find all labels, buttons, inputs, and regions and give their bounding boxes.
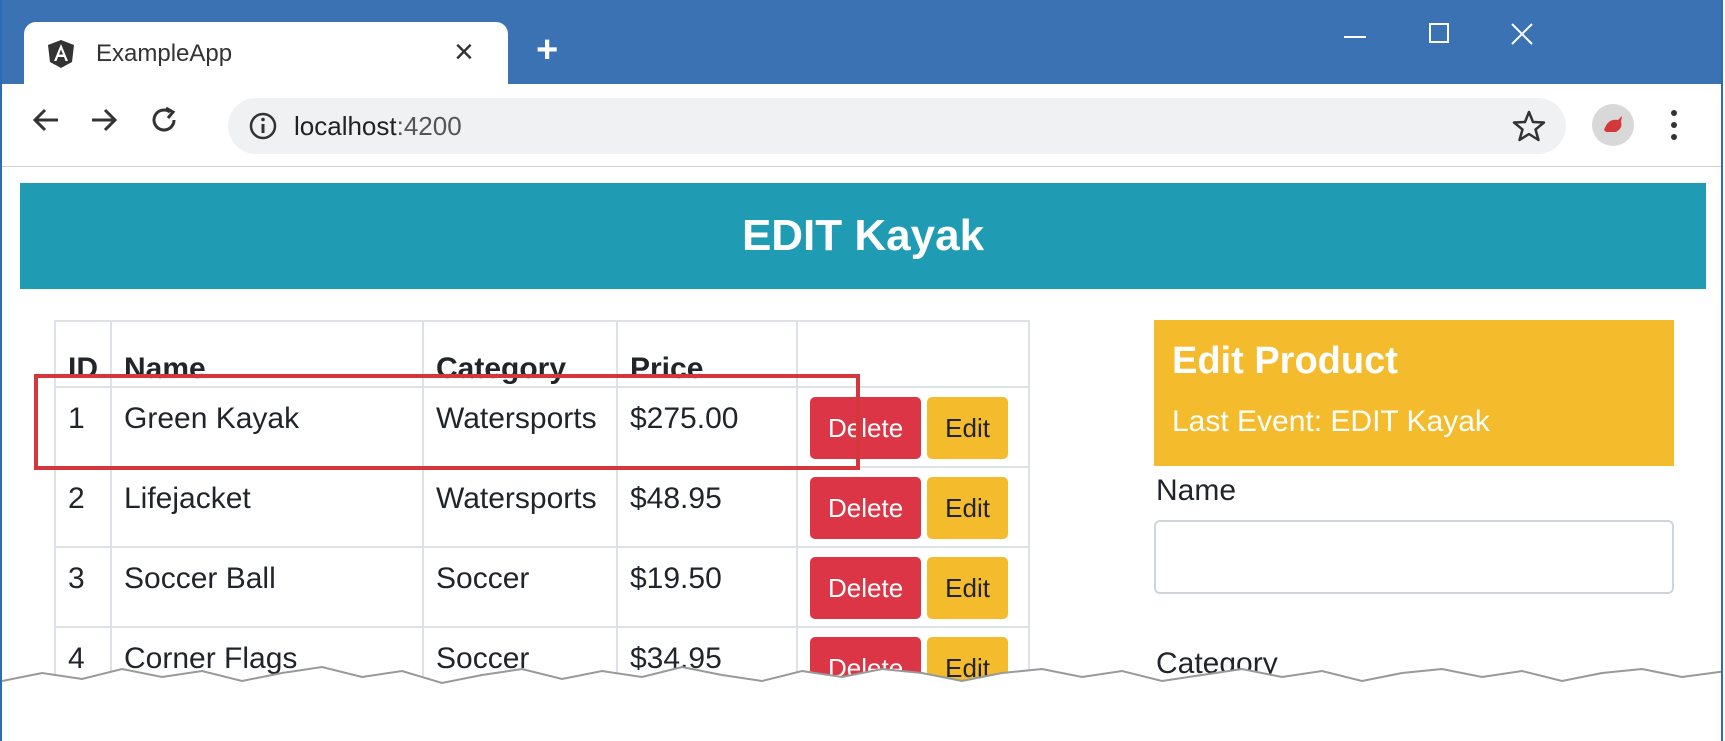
new-tab-icon[interactable]: + — [536, 30, 558, 70]
table-row: 4 Corner Flags Soccer $34.95 Delete Edit — [54, 626, 1030, 708]
cell-name: Green Kayak — [110, 386, 424, 468]
reload-icon[interactable] — [142, 98, 186, 142]
header-actions — [796, 320, 1030, 388]
edit-panel-header: Edit Product Last Event: EDIT Kayak — [1154, 320, 1674, 466]
edit-product-panel: Edit Product Last Event: EDIT Kayak Name — [1154, 320, 1674, 594]
cell-id: 3 — [54, 546, 112, 628]
table-header-row: ID Name Category Price — [54, 320, 1030, 388]
edit-button[interactable]: Edit — [927, 637, 1008, 699]
window-close-icon[interactable] — [1508, 20, 1536, 48]
delete-button[interactable]: Delete — [810, 477, 922, 539]
cell-id: 4 — [54, 626, 112, 708]
table-row: 2 Lifejacket Watersports $48.95 Delete Ed… — [54, 466, 1030, 548]
title-bar: ExampleApp × + — [2, 0, 1721, 84]
address-port: :4200 — [396, 111, 462, 141]
delete-button[interactable]: Delete — [810, 637, 922, 699]
edit-button[interactable]: Edit — [927, 477, 1008, 539]
bird-icon — [1604, 116, 1622, 132]
address-text: localhost:4200 — [294, 111, 462, 142]
minimize-icon[interactable] — [1342, 24, 1368, 50]
last-event-text: Last Event: EDIT Kayak — [1172, 405, 1490, 438]
cell-price: $34.95 — [616, 626, 798, 708]
header-category: Category — [422, 320, 618, 388]
cell-actions: Delete Edit — [796, 466, 1030, 548]
cell-price: $275.00 — [616, 386, 798, 468]
delete-button[interactable]: Delete — [810, 397, 922, 459]
header-price: Price — [616, 320, 798, 388]
cell-category: Watersports — [422, 386, 618, 468]
header-id: ID — [54, 320, 112, 388]
header-name: Name — [110, 320, 424, 388]
cell-price: $48.95 — [616, 466, 798, 548]
cell-actions: Delete Edit — [796, 386, 1030, 468]
cell-id: 2 — [54, 466, 112, 548]
name-label: Name — [1156, 474, 1237, 507]
products-table: ID Name Category Price 1 Green Kayak Wat… — [54, 320, 1030, 708]
cell-category: Soccer — [422, 546, 618, 628]
browser-toolbar: localhost:4200 — [2, 84, 1721, 167]
table-row: 3 Soccer Ball Soccer $19.50 Delete Edit — [54, 546, 1030, 628]
cell-id: 1 — [54, 386, 112, 468]
browser-window: ExampleApp × + localhost:4200 EDIT Kayak… — [0, 0, 1723, 741]
cell-price: $19.50 — [616, 546, 798, 628]
tab-close-icon[interactable]: × — [454, 32, 474, 72]
cell-category: Watersports — [422, 466, 618, 548]
edit-button[interactable]: Edit — [927, 397, 1008, 459]
table-row: 1 Green Kayak Watersports $275.00 Delete… — [54, 386, 1030, 468]
cell-name: Lifejacket — [110, 466, 424, 548]
edit-panel-title: Edit Product — [1172, 340, 1398, 382]
maximize-icon[interactable] — [1426, 20, 1452, 46]
cell-actions: Delete Edit — [796, 626, 1030, 708]
profile-avatar[interactable] — [1592, 104, 1634, 146]
edit-button[interactable]: Edit — [927, 557, 1008, 619]
address-host: localhost — [294, 111, 397, 141]
bookmark-star-icon[interactable] — [1512, 109, 1546, 143]
angular-icon — [48, 40, 74, 68]
cell-name: Corner Flags — [110, 626, 424, 708]
info-icon[interactable] — [248, 111, 278, 141]
browser-tab[interactable]: ExampleApp × — [24, 22, 508, 84]
cell-actions: Delete Edit — [796, 546, 1030, 628]
name-input[interactable] — [1154, 520, 1674, 594]
back-icon[interactable] — [24, 98, 68, 142]
page-content: EDIT Kayak ID Name Category Price 1 Gree… — [2, 167, 1721, 741]
cell-category: Soccer — [422, 626, 618, 708]
tab-title: ExampleApp — [96, 40, 233, 67]
page-banner: EDIT Kayak — [20, 183, 1706, 289]
menu-dots-icon[interactable] — [1662, 102, 1686, 148]
delete-button[interactable]: Delete — [810, 557, 922, 619]
cell-name: Soccer Ball — [110, 546, 424, 628]
category-label: Category — [1156, 647, 1278, 680]
address-bar[interactable]: localhost:4200 — [228, 98, 1566, 154]
forward-icon[interactable] — [82, 98, 126, 142]
